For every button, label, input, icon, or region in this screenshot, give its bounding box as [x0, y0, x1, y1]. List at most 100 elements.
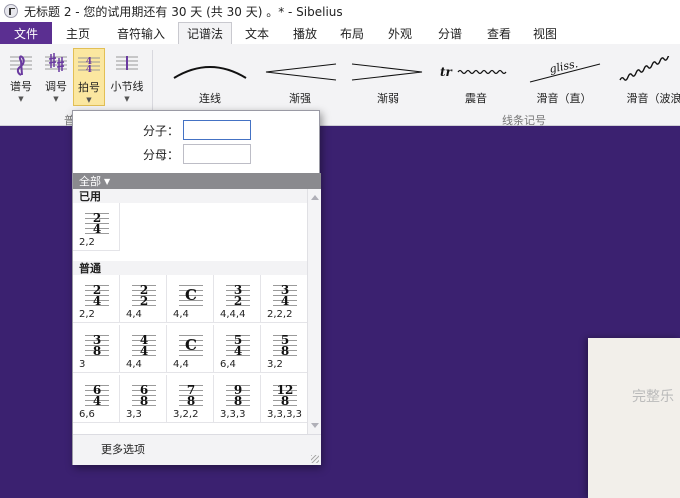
time-signature-denominator: 8 [186, 394, 196, 408]
time-signature-option[interactable]: C 4,4 [167, 325, 214, 373]
beam-grouping-label: 2,2,2 [267, 309, 293, 320]
beam-grouping-label: 4,4 [126, 309, 142, 320]
time-signature-gallery-popup: 分子： 分母： 全部 ▼ 已用 普通 2 4 2,2 2 4 2,2 2 2 4,4 C 4,4 3 2… [72, 110, 321, 465]
time-signature-glyph: 38 [85, 331, 109, 357]
barline-button[interactable]: 小节线 ▼ [108, 48, 146, 106]
tab-view[interactable]: 视图 [522, 22, 568, 44]
beam-grouping-label: 2,2 [79, 237, 95, 248]
staff-line [179, 355, 203, 356]
time-signature-icon: 4 4 [76, 49, 102, 79]
line-trill[interactable]: tr 震音 [434, 56, 518, 112]
denominator-input[interactable] [183, 144, 251, 164]
time-signature-option[interactable]: 4 4 4,4 [120, 325, 167, 373]
time-signature-glyph: C [179, 281, 203, 307]
tab-appearance[interactable]: 外观 [376, 22, 424, 44]
time-signature-option[interactable]: 7 8 3,2,2 [167, 375, 214, 423]
numerator-input[interactable] [183, 120, 251, 140]
time-signature-button-label: 拍号 [78, 81, 100, 94]
score-page[interactable]: 完整乐 [588, 338, 680, 498]
line-diminuendo[interactable]: 渐弱 [346, 56, 430, 112]
time-signature-glyph: 34 [273, 281, 297, 307]
more-options-button[interactable]: 更多选项 [101, 441, 145, 457]
line-glissando-straight-label: 滑音（直） [536, 92, 592, 105]
clef-button[interactable]: 谱号 ▼ [6, 48, 36, 106]
chevron-down-icon: ▼ [86, 96, 92, 104]
time-signature-glyph: 98 [226, 381, 250, 407]
time-signature-option[interactable]: 9 8 3,3,3 [214, 375, 261, 423]
time-signature-glyph: 58 [273, 331, 297, 357]
time-signature-denominator: 8 [280, 394, 290, 408]
scroll-up-arrow-icon[interactable] [311, 195, 319, 200]
beam-grouping-label: 3 [79, 359, 86, 370]
time-signature-glyph: 24 [85, 209, 109, 235]
clef-icon [8, 48, 34, 78]
tab-text[interactable]: 文本 [232, 22, 282, 44]
line-slur[interactable]: 连线 [168, 56, 252, 112]
time-signature-glyph: 32 [226, 281, 250, 307]
chevron-down-icon: ▼ [104, 176, 111, 186]
time-signature-option[interactable]: 12 8 3,3,3,3 [261, 375, 307, 423]
time-signature-denominator: 8 [280, 344, 290, 358]
resize-grip-icon[interactable] [311, 455, 319, 463]
time-signature-denominator: 4 [92, 222, 102, 236]
sibelius-app-icon [4, 4, 18, 18]
tab-note-input[interactable]: 音符输入 [104, 22, 178, 44]
time-signature-option[interactable]: 2 4 2,2 [73, 203, 120, 251]
time-signature-denominator: 2 [139, 294, 149, 308]
line-glissando-straight[interactable]: gliss. 滑音（直） [522, 56, 606, 112]
key-signature-button-label: 调号 [45, 80, 67, 93]
time-signature-option[interactable]: 5 4 6,4 [214, 325, 261, 373]
scroll-down-arrow-icon[interactable] [311, 423, 319, 428]
beam-grouping-label: 4,4 [126, 359, 142, 370]
line-trill-label: 震音 [465, 92, 487, 105]
time-signature-numerator: C [185, 336, 197, 354]
time-signature-glyph: 44 [132, 331, 156, 357]
time-signature-list: 已用 普通 2 4 2,2 2 4 2,2 2 2 4,4 C 4,4 3 2 4,4,4 3 4 2,2,2 3… [73, 189, 307, 434]
numerator-label: 分子： [143, 123, 180, 138]
more-options-bar: 更多选项 [73, 434, 321, 465]
line-crescendo[interactable]: 渐强 [258, 56, 342, 112]
beam-grouping-label: 4,4,4 [220, 309, 246, 320]
time-signature-option[interactable]: C 4,4 [167, 275, 214, 323]
tab-play[interactable]: 播放 [282, 22, 328, 44]
tab-home[interactable]: 主页 [52, 22, 104, 44]
tab-review[interactable]: 查看 [476, 22, 522, 44]
beam-grouping-label: 4,4 [173, 309, 189, 320]
time-signature-denominator: 4 [139, 344, 149, 358]
time-signature-button[interactable]: 4 4 拍号 ▼ [73, 48, 105, 106]
denominator-label: 分母： [143, 147, 180, 162]
time-signature-glyph: 12 8 [273, 381, 297, 407]
time-signature-denominator: 4 [92, 294, 102, 308]
beam-grouping-label: 6,6 [79, 409, 95, 420]
line-glissando-wavy[interactable]: 滑音（波浪 [612, 56, 680, 112]
staff-line [179, 305, 203, 306]
beam-grouping-label: 2,2 [79, 309, 95, 320]
time-signature-denominator: 8 [139, 394, 149, 408]
time-signature-option[interactable]: 3 4 2,2,2 [261, 275, 307, 323]
tab-layout[interactable]: 布局 [328, 22, 376, 44]
line-diminuendo-label: 渐弱 [377, 92, 399, 105]
time-signature-option[interactable]: 6 8 3,3 [120, 375, 167, 423]
tab-notations[interactable]: 记谱法 [178, 22, 232, 44]
line-slur-label: 连线 [199, 92, 221, 105]
tab-parts[interactable]: 分谱 [424, 22, 476, 44]
beam-grouping-label: 3,3,3,3 [267, 409, 302, 420]
time-signature-option[interactable]: 5 8 3,2 [261, 325, 307, 373]
section-used: 已用 [73, 189, 307, 203]
time-signature-glyph: 64 [85, 381, 109, 407]
beam-grouping-label: 3,2,2 [173, 409, 199, 420]
key-signature-button[interactable]: 调号 ▼ [40, 48, 72, 106]
category-filter[interactable]: 全部 ▼ [73, 173, 321, 189]
time-signature-option[interactable]: 2 4 2,2 [73, 275, 120, 323]
tab-file[interactable]: 文件 [0, 22, 52, 44]
beam-grouping-label: 4,4 [173, 359, 189, 370]
time-signature-option[interactable]: 38 3 [73, 325, 120, 373]
time-signature-option[interactable]: 6 4 6,6 [73, 375, 120, 423]
time-signature-glyph: 54 [226, 331, 250, 357]
time-signature-numerator: C [185, 286, 197, 304]
barline-button-label: 小节线 [110, 80, 144, 93]
svg-text:4: 4 [86, 65, 92, 75]
time-signature-option[interactable]: 2 2 4,4 [120, 275, 167, 323]
gallery-scrollbar[interactable] [307, 189, 321, 434]
time-signature-option[interactable]: 3 2 4,4,4 [214, 275, 261, 323]
